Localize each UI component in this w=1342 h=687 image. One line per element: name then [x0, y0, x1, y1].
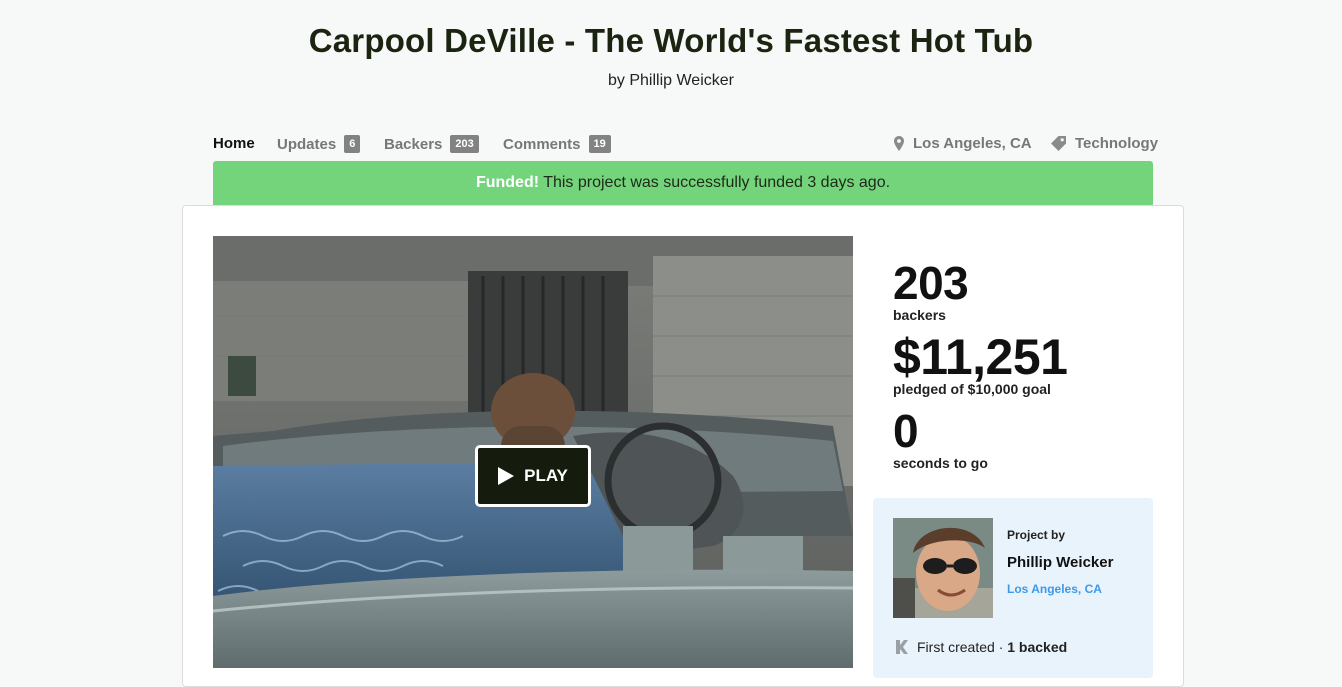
- tab-home-label: Home: [213, 135, 255, 152]
- tab-updates-label: Updates: [277, 135, 337, 153]
- backers-label: backers: [893, 307, 946, 323]
- time-remaining: 0: [893, 405, 919, 457]
- location-label: Los Angeles, CA: [913, 135, 1032, 152]
- tab-backers[interactable]: Backers 203: [384, 135, 479, 153]
- backers-count-badge: 203: [450, 135, 479, 153]
- play-icon: [498, 467, 515, 485]
- project-by-heading: Project by: [1007, 528, 1066, 542]
- category-label: Technology: [1075, 135, 1159, 152]
- location-link[interactable]: Los Angeles, CA: [894, 135, 1032, 152]
- category-link[interactable]: Technology: [1051, 135, 1158, 152]
- creator-name[interactable]: Phillip Weicker: [1007, 554, 1113, 571]
- project-nav: Home Updates 6 Backers 203 Comments 19 L…: [213, 133, 1158, 155]
- backers-count: 203: [893, 257, 969, 309]
- first-created-label: First created ·: [917, 639, 1008, 655]
- kickstarter-k-icon: [896, 640, 908, 654]
- project-byline: by Phillip Weicker: [608, 72, 734, 89]
- tab-updates[interactable]: Updates 6: [277, 135, 361, 153]
- map-pin-icon: [894, 136, 904, 151]
- tab-comments-label: Comments: [503, 135, 581, 153]
- play-label: PLAY: [524, 466, 568, 485]
- backed-count[interactable]: 1 backed: [1007, 639, 1067, 655]
- pledged-amount: $11,251: [893, 329, 1068, 385]
- creator-history: First created · 1 backed: [895, 639, 1067, 655]
- creator-photo: [893, 518, 993, 618]
- creator-location[interactable]: Los Angeles, CA: [1007, 582, 1102, 596]
- creator-box: Project by Phillip Weicker Los Angeles, …: [873, 498, 1153, 678]
- funded-message: This project was successfully funded 3 d…: [539, 174, 891, 191]
- funded-banner: Funded! This project was successfully fu…: [213, 161, 1153, 205]
- funded-label: Funded!: [475, 174, 540, 191]
- comments-count-badge: 19: [588, 135, 611, 153]
- play-button[interactable]: PLAY: [475, 445, 591, 507]
- tab-home[interactable]: Home: [213, 135, 255, 152]
- tag-icon: [1051, 136, 1066, 151]
- avatar[interactable]: [893, 518, 993, 618]
- project-title: Carpool DeVille - The World's Fastest Ho…: [308, 22, 1034, 59]
- pledged-label: pledged of $10,000 goal: [893, 381, 1051, 397]
- tab-backers-label: Backers: [384, 135, 443, 153]
- tab-comments[interactable]: Comments 19: [503, 135, 611, 153]
- time-remaining-label: seconds to go: [893, 455, 988, 471]
- updates-count-badge: 6: [344, 135, 361, 153]
